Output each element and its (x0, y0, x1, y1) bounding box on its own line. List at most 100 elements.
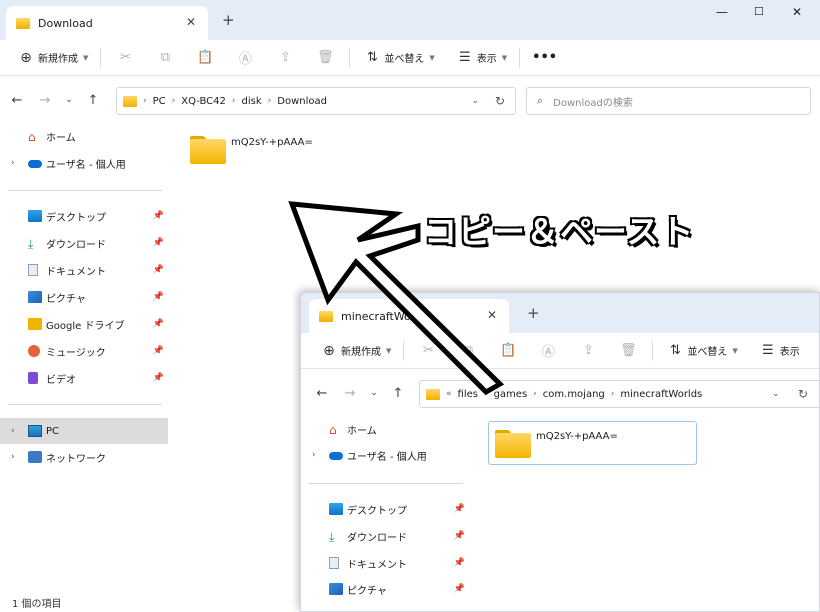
expand-chevron-icon[interactable]: › (11, 158, 15, 168)
new-tab-button[interactable]: + (527, 304, 540, 322)
expand-chevron-icon[interactable]: › (11, 426, 15, 436)
sort-button[interactable]: ⇅ 並べ替え ▼ (665, 343, 738, 358)
folder-item[interactable]: mQ2sY-+pAAA= (488, 421, 697, 465)
paste-icon[interactable]: 📋 (195, 50, 215, 65)
search-box[interactable]: ⌕ Downloadの検索 (526, 87, 811, 115)
document-icon (329, 557, 339, 569)
chevron-down-icon: ▼ (386, 346, 392, 355)
folder-icon (319, 310, 333, 322)
nav-item-documents[interactable]: ドキュメント 📌 (0, 258, 168, 282)
nav-item-desktop[interactable]: デスクトップ 📌 (0, 204, 168, 228)
close-window-button[interactable]: ✕ (792, 5, 802, 19)
breadcrumb-overflow[interactable]: « (446, 389, 452, 399)
maximize-button[interactable]: ☐ (754, 5, 764, 18)
rename-icon[interactable]: Ⓐ (235, 48, 255, 67)
nav-item-home[interactable]: ⌂ ホーム (0, 124, 168, 148)
view-button[interactable]: ☰ 表示 ▼ (455, 50, 507, 65)
refresh-icon[interactable]: ↻ (798, 387, 808, 401)
breadcrumb-minecraftworlds[interactable]: minecraftWorlds (620, 389, 702, 400)
breadcrumb-com-mojang[interactable]: com.mojang (543, 389, 605, 400)
sort-button-label: 並べ替え (384, 54, 425, 65)
nav-item-home[interactable]: ⌂ ホーム (301, 417, 469, 441)
desktop-icon (28, 210, 42, 222)
nav-item-onedrive[interactable]: › ユーザ名 - 個人用 (301, 443, 469, 467)
video-icon (28, 372, 38, 384)
sort-button[interactable]: ⇅ 並べ替え ▼ (362, 50, 435, 65)
nav-item-downloads[interactable]: ⤓ ダウンロード 📌 (301, 524, 469, 548)
sort-button-label: 並べ替え (687, 347, 728, 358)
cloud-icon (28, 160, 42, 168)
nav-item-onedrive[interactable]: › ユーザ名 - 個人用 (0, 151, 168, 175)
copy-icon[interactable]: ⧉ (155, 50, 175, 65)
tab-close-icon[interactable]: ✕ (487, 308, 497, 322)
nav-item-pictures[interactable]: ピクチャ 📌 (301, 577, 469, 601)
folder-icon (16, 17, 30, 29)
folder-icon (426, 388, 440, 400)
more-options-icon[interactable]: ••• (532, 50, 557, 65)
refresh-icon[interactable]: ↻ (495, 94, 505, 108)
tab-download[interactable]: Download ✕ (6, 6, 208, 40)
annotation-caption: コピー＆ペースト (423, 211, 695, 252)
cut-icon[interactable]: ✂ (115, 50, 135, 65)
nav-item-label: ユーザ名 - 個人用 (347, 451, 427, 463)
cut-icon[interactable]: ✂ (418, 343, 438, 358)
document-icon (28, 264, 38, 276)
breadcrumb-files[interactable]: files (458, 389, 478, 400)
tab-minecraftworlds[interactable]: minecraftWorlds ✕ (309, 299, 509, 333)
download-icon: ⤓ (28, 237, 34, 251)
music-icon (28, 345, 40, 357)
address-dropdown-icon[interactable]: ⌄ (471, 96, 479, 106)
rename-icon[interactable]: Ⓐ (538, 341, 558, 360)
folder-icon (123, 95, 137, 107)
minimize-button[interactable]: — (716, 5, 728, 19)
nav-item-label: ビデオ (46, 374, 76, 386)
nav-item-documents[interactable]: ドキュメント 📌 (301, 551, 469, 575)
command-bar: ⊕ 新規作成 ▼ ✂ ⧉ 📋 Ⓐ ⇪ 🗑 ⇅ 並べ替え ▼ ☰ 表示 (301, 333, 819, 369)
computer-icon (28, 425, 42, 437)
tab-title: minecraftWorlds (341, 309, 432, 323)
share-icon[interactable]: ⇪ (578, 343, 598, 358)
breadcrumb-download[interactable]: Download (277, 96, 327, 107)
delete-icon[interactable]: 🗑 (618, 343, 638, 358)
delete-icon[interactable]: 🗑 (315, 50, 335, 65)
back-arrow-icon[interactable]: ← (311, 386, 333, 401)
copy-icon[interactable]: ⧉ (458, 343, 478, 358)
up-arrow-icon[interactable]: ↑ (387, 386, 409, 401)
pin-icon: 📌 (152, 346, 164, 356)
nav-item-music[interactable]: ミュージック 📌 (0, 339, 168, 363)
new-tab-button[interactable]: + (222, 11, 235, 29)
breadcrumb-device[interactable]: XQ-BC42 (181, 96, 226, 107)
command-bar: ⊕ 新規作成 ▼ ✂ ⧉ 📋 Ⓐ ⇪ 🗑 ⇅ 並べ替え ▼ ☰ 表示 ▼ ••• (0, 40, 820, 76)
new-button[interactable]: ⊕ 新規作成 ▼ (319, 343, 391, 359)
search-placeholder: Downloadの検索 (553, 97, 633, 109)
breadcrumb-disk[interactable]: disk (242, 96, 262, 107)
address-bar[interactable]: « files › games › com.mojang › minecraft… (419, 380, 819, 408)
forward-arrow-icon[interactable]: → (339, 386, 361, 401)
recent-locations-chevron-icon[interactable]: ⌄ (58, 95, 80, 105)
expand-chevron-icon[interactable]: › (11, 452, 15, 462)
back-arrow-icon[interactable]: ← (6, 93, 28, 108)
expand-chevron-icon[interactable]: › (312, 450, 316, 460)
share-icon[interactable]: ⇪ (275, 50, 295, 65)
breadcrumb-pc[interactable]: PC (153, 96, 166, 107)
breadcrumb-games[interactable]: games (494, 389, 528, 400)
up-arrow-icon[interactable]: ↑ (82, 93, 104, 108)
address-dropdown-icon[interactable]: ⌄ (772, 389, 780, 399)
view-button[interactable]: ☰ 表示 (758, 343, 800, 358)
tab-close-icon[interactable]: ✕ (186, 15, 196, 29)
picture-icon (28, 291, 42, 303)
nav-item-network[interactable]: › ネットワーク (0, 445, 168, 469)
address-bar[interactable]: › PC › XQ-BC42 › disk › Download ⌄ ↻ (116, 87, 516, 115)
folder-icon (190, 136, 226, 164)
nav-item-desktop[interactable]: デスクトップ 📌 (301, 497, 469, 521)
nav-item-videos[interactable]: ビデオ 📌 (0, 366, 168, 390)
forward-arrow-icon[interactable]: → (34, 93, 56, 108)
nav-item-pc[interactable]: › PC (0, 418, 168, 444)
nav-item-pictures[interactable]: ピクチャ 📌 (0, 285, 168, 309)
paste-icon[interactable]: 📋 (498, 343, 518, 358)
recent-locations-chevron-icon[interactable]: ⌄ (363, 388, 385, 398)
nav-item-downloads[interactable]: ⤓ ダウンロード 📌 (0, 231, 168, 255)
nav-item-google-drive[interactable]: Google ドライブ 📌 (0, 312, 168, 336)
new-button[interactable]: ⊕ 新規作成 ▼ (16, 50, 88, 66)
view-icon: ☰ (761, 343, 774, 358)
